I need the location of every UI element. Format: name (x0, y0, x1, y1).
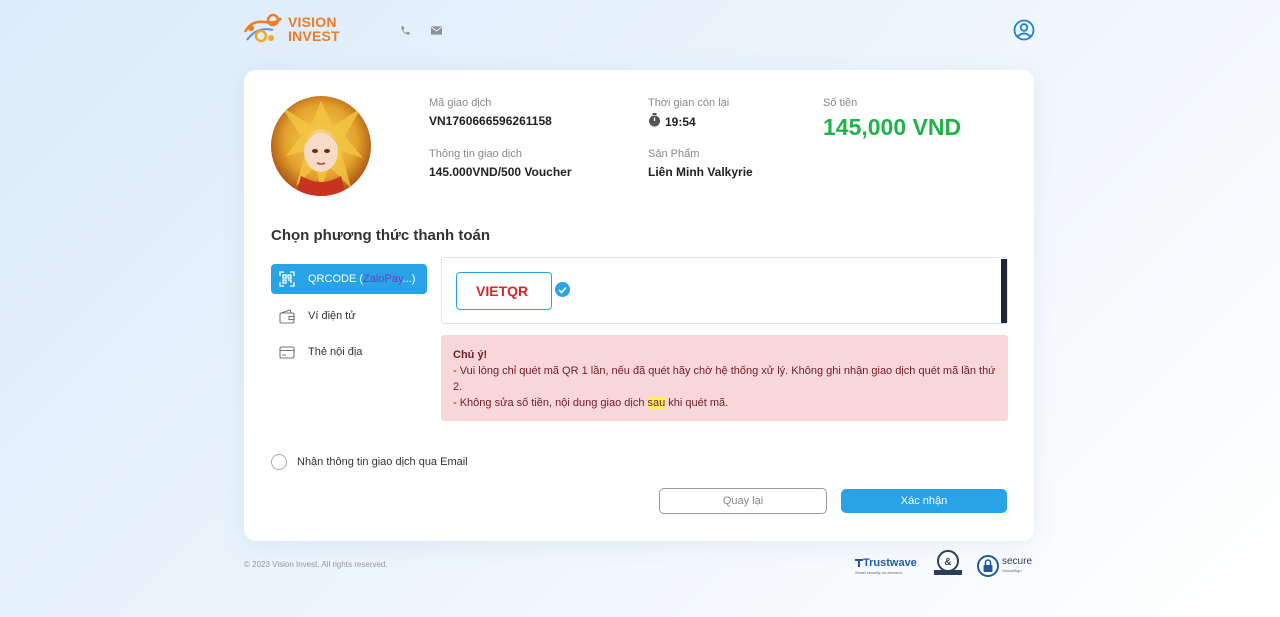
globalsign-badge: secure GlobalSign (977, 555, 1032, 577)
email-option[interactable]: Nhận thông tin giao dịch qua Email (271, 454, 468, 470)
time-remaining-value: 19:54 (665, 114, 696, 129)
method-domestic-card-label: Thẻ nội địa (308, 346, 363, 358)
product-avatar (271, 96, 371, 196)
amount-label: Số tiền (823, 97, 858, 109)
pci-badge: & (933, 549, 963, 581)
email-radio[interactable] (271, 454, 287, 470)
transaction-info-value: 145.000VND/500 Voucher (429, 165, 572, 179)
brand-name: VISION INVEST (288, 15, 340, 43)
vietqr-logo-text: VIETQR (476, 283, 528, 299)
method-ewallet-label: Ví điện tử (308, 310, 356, 322)
trustwave-name: Trustwave (863, 557, 917, 569)
card-icon (278, 343, 296, 361)
email-option-label: Nhận thông tin giao dịch qua Email (297, 456, 468, 468)
lock-icon (977, 555, 999, 577)
bank-option-vietqr[interactable]: VIETQR (456, 272, 572, 310)
method-qrcode[interactable]: QRCODE (ZaloPay...) (271, 264, 427, 294)
transaction-code-value: VN1760666596261158 (429, 114, 552, 128)
logo-icon (243, 12, 285, 46)
confirm-button[interactable]: Xác nhận (841, 489, 1007, 513)
selected-check-icon (553, 280, 572, 299)
wallet-icon (278, 307, 296, 325)
trustwave-icon (855, 559, 863, 567)
secure-text: secure (1002, 556, 1033, 567)
svg-text:&: & (944, 557, 951, 568)
notice-title: Chú ý! (453, 349, 488, 361)
payment-card: Mã giao dịch VN1760666596261158 Thời gia… (244, 70, 1034, 541)
notice-highlight: sau (647, 397, 666, 409)
method-domestic-card[interactable]: Thẻ nội địa (271, 337, 427, 367)
brand-line2: INVEST (288, 28, 340, 44)
header: VISION INVEST (0, 0, 1280, 60)
method-qrcode-suffix: ...) (402, 273, 416, 285)
notice-line-2: - Không sửa số tiền, nội dung giao dịch … (453, 395, 996, 411)
brand-line1: VISION (288, 14, 337, 30)
method-qrcode-label: QRCODE (ZaloPay...) (308, 273, 415, 285)
globalsign-text: GlobalSign (1002, 568, 1022, 573)
back-button[interactable]: Quay lại (659, 488, 827, 514)
notice-line-2-part-b: khi quét mã. (665, 397, 729, 409)
notice-box: Chú ý! - Vui lòng chỉ quét mã QR 1 lần, … (441, 335, 1008, 421)
mail-icon[interactable] (430, 24, 442, 36)
bank-list: VIETQR (441, 257, 1008, 324)
product-value: Liên Minh Valkyrie (648, 165, 753, 179)
stopwatch-icon (648, 113, 661, 130)
copyright-text: © 2023 Vision Invest. All rights reserve… (244, 560, 388, 569)
notice-line-1: - Vui lòng chỉ quét mã QR 1 lần, nếu đã … (453, 365, 996, 393)
brand-logo[interactable]: VISION INVEST (243, 12, 340, 46)
product-label: Sản Phẩm (648, 148, 700, 160)
method-ewallet[interactable]: Ví điện tử (271, 301, 427, 331)
vietqr-logo: VIETQR (476, 283, 528, 299)
method-qrcode-prefix: QRCODE ( (308, 273, 363, 285)
trustwave-logo: Trustwave (855, 557, 917, 569)
time-remaining: 19:54 (648, 113, 696, 130)
scrollbar[interactable] (1001, 259, 1007, 323)
transaction-code-label: Mã giao dịch (429, 97, 492, 109)
amount-value: 145,000 VND (823, 114, 962, 140)
user-icon[interactable] (1013, 19, 1035, 41)
qrcode-icon (278, 270, 296, 288)
trustwave-tagline: Smart security on demand (855, 570, 902, 575)
zalopay-text: ZaloPay (363, 273, 403, 285)
trustwave-badge: Trustwave Smart security on demand (855, 557, 917, 575)
phone-icon[interactable] (399, 24, 411, 36)
notice-line-2-part-a: - Không sửa số tiền, nội dung giao dịch (453, 397, 648, 409)
time-remaining-label: Thời gian còn lại (648, 97, 730, 109)
payment-method-title: Chọn phương thức thanh toán (271, 227, 491, 244)
transaction-info-label: Thông tin giao dịch (429, 148, 522, 160)
